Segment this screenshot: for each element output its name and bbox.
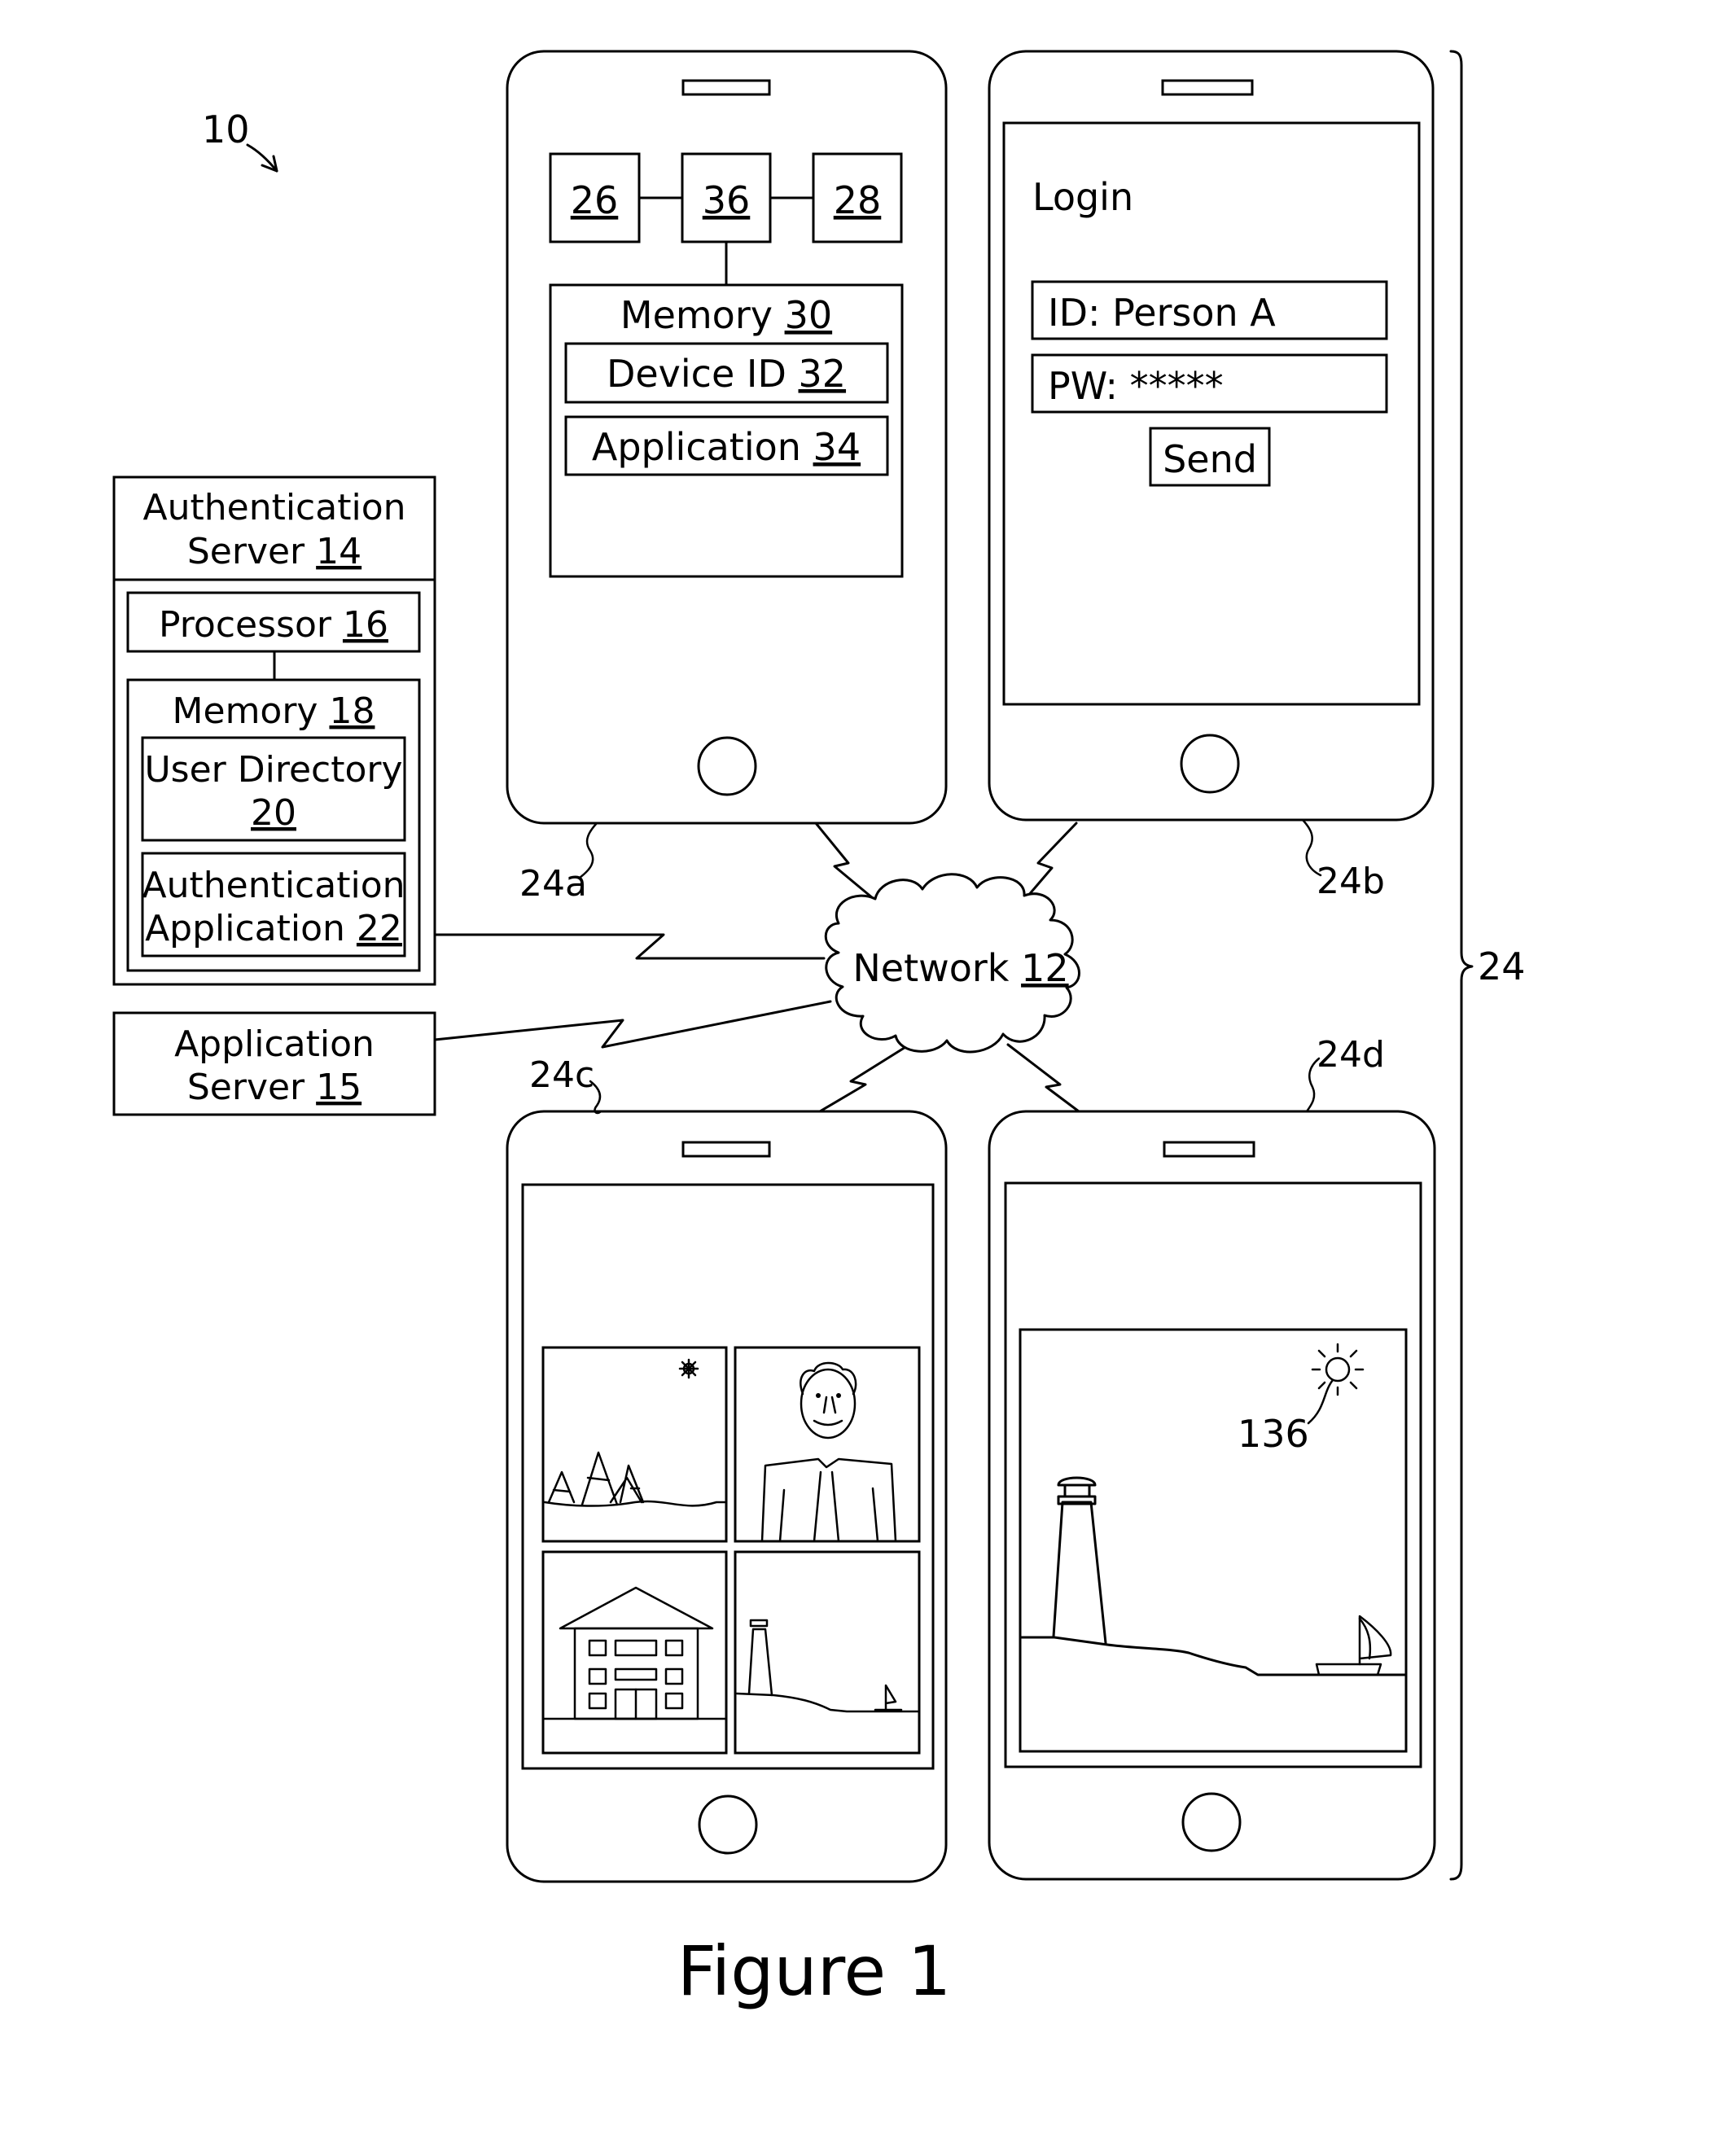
app-server-title-line1: Application (174, 1023, 375, 1065)
user-directory-label: User Directory (144, 749, 402, 791)
processor-label: Processor 16 (159, 604, 388, 646)
link-device-c-network (818, 1043, 911, 1113)
auth-server-title-line1: Authentication (143, 487, 406, 528)
component-26-label: 26 (571, 178, 619, 222)
app-server-title-line2: Server 15 (187, 1067, 361, 1108)
application-34-label: Application 34 (592, 425, 861, 469)
auth-server-title-line2: Server 14 (187, 531, 361, 572)
network-label: Network 12 (852, 946, 1068, 990)
link-auth-server-network (433, 933, 826, 960)
auth-application-line1: Authentication (142, 865, 405, 906)
memory-18-label: Memory 18 (173, 690, 375, 732)
send-button-label: Send (1163, 437, 1257, 481)
speaker-slot (1163, 1141, 1255, 1158)
device-id-label: Device ID 32 (607, 352, 846, 396)
figure-canvas: 10 Authentication Server 14 Processor 16… (112, 50, 1526, 2011)
device-24c (506, 1110, 948, 1883)
thumbnail-winter-trees[interactable] (541, 1346, 728, 1543)
home-button[interactable] (698, 1794, 758, 1855)
devices-group-brace (1449, 50, 1474, 1881)
figure-caption: Figure 1 (677, 1931, 952, 2011)
speaker-slot (681, 79, 771, 96)
thumbnail-lighthouse[interactable] (734, 1550, 921, 1755)
network-cloud: Network 12 (824, 873, 1080, 1054)
link-device-d-network (1006, 1043, 1080, 1113)
device-24d: 136 (988, 1110, 1436, 1881)
home-button[interactable] (697, 736, 757, 796)
device-24a: 26 36 28 Memory 30 Device ID 32 Applicat… (506, 50, 948, 825)
system-ref-label: 10 (202, 107, 250, 151)
password-field-value: PW: ***** (1048, 364, 1224, 408)
devices-group-ref: 24 (1478, 944, 1526, 988)
id-field-value: ID: Person A (1048, 291, 1276, 335)
speaker-slot (1161, 79, 1254, 96)
device-24b-ref: 24b (1317, 861, 1385, 902)
auth-application-line2: Application 22 (145, 908, 402, 949)
system-ref-arrow (246, 143, 278, 173)
home-button[interactable] (1180, 734, 1240, 794)
device-24d-ref: 24d (1317, 1034, 1385, 1076)
login-title: Login (1032, 175, 1133, 219)
speaker-slot (681, 1141, 771, 1158)
sun-ref-label: 136 (1238, 1412, 1309, 1456)
component-36-label: 36 (703, 178, 751, 222)
component-28-label: 28 (834, 178, 882, 222)
user-directory-ref: 20 (251, 792, 296, 834)
application-server: Application Server 15 (112, 1011, 436, 1116)
enlarged-lighthouse-image[interactable]: 136 (1019, 1328, 1408, 1753)
memory-30-label: Memory 30 (620, 293, 832, 337)
thumbnail-person[interactable] (734, 1346, 921, 1543)
authentication-server: Authentication Server 14 Processor 16 Me… (112, 475, 436, 986)
thumbnail-building[interactable] (541, 1550, 728, 1755)
sun-icon (678, 1358, 699, 1379)
device-24c-ref: 24c (529, 1054, 594, 1096)
home-button[interactable] (1181, 1792, 1242, 1852)
device-24a-ref: 24a (519, 863, 587, 905)
link-app-server-network (433, 1000, 832, 1049)
device-24b: Login ID: Person A PW: ***** Send (988, 50, 1435, 822)
